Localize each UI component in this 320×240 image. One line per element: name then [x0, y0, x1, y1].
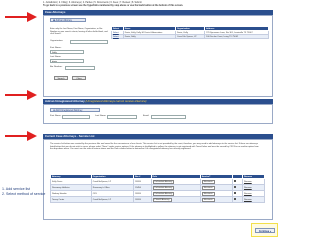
arrow-icon — [5, 131, 37, 141]
service-list-title: Current Case Attorneys - Service List — [45, 134, 95, 138]
clear-button[interactable]: Clear — [72, 76, 86, 81]
bar-number-label: Bar Number: — [50, 66, 63, 68]
table-row: Select Davis, Sally Case File Xpress, LP… — [111, 34, 269, 39]
select-link[interactable]: Select — [111, 34, 124, 39]
first-name-label: First Name: — [50, 47, 62, 49]
cell-bar: 99999 — [133, 196, 152, 203]
bar-number-input[interactable] — [65, 65, 95, 70]
arrow-icon — [5, 12, 37, 22]
arrow-icon — [5, 90, 37, 100]
service-list-instructions: The service list below was created by th… — [50, 143, 259, 151]
attorney-search-results: Select Name Organization Address Select … — [111, 26, 269, 39]
table-row: Tawny Carter CaseFileXpress, LP 99999 Pl… — [50, 196, 266, 203]
last-name-label: Last Name: — [50, 56, 62, 58]
navigation-hint: To go back to a previous screen use the … — [43, 5, 184, 7]
instruction-steps: 1. Add service list 2. Select method of … — [2, 187, 46, 197]
remove-link[interactable]: Remove — [241, 196, 266, 203]
service-select[interactable]: Electronic — [199, 196, 233, 203]
add-attorney-link[interactable]: ⊕ Add an Attorney — [50, 18, 86, 22]
cell-organization: Case File Xpress, LP — [175, 34, 206, 39]
cell-organization: CaseFileXpress, LP — [90, 196, 135, 203]
last-name-input[interactable]: davis — [50, 59, 84, 63]
service-checkbox[interactable] — [231, 196, 243, 203]
unregistered-subtitle: (Unregistered Attorneys cannot receive e… — [85, 99, 147, 103]
organization-label: Organization: — [50, 40, 64, 42]
case-attorneys-title: Case Attorneys — [45, 10, 66, 14]
unregistered-title: Add an Unregistered Attorney — [45, 99, 85, 103]
search-button[interactable]: Search — [54, 76, 68, 81]
add-unregistered-attorney-link[interactable]: ⊕ Add Unregistered Attorney — [50, 108, 100, 112]
cell-address: 100 Decker Court, Irving TX 75062 — [204, 34, 269, 39]
unreg-last-input[interactable] — [107, 114, 137, 119]
unreg-last-label: Last Name: — [95, 115, 107, 117]
search-instructions: Enter only the Last Name, First Name, Or… — [50, 28, 108, 36]
unreg-first-input[interactable] — [62, 114, 90, 119]
screenshot: 1. Jurisdiction | 2. Filing | 3. Attorne… — [0, 0, 320, 240]
unreg-first-label: First Name: — [50, 115, 62, 117]
organization-input[interactable] — [70, 39, 108, 44]
continue-button[interactable]: Continue » — [255, 228, 275, 233]
continue-highlight: Continue » — [251, 223, 278, 237]
first-name-input[interactable]: Sally — [50, 50, 84, 54]
unreg-email-label: Email: — [143, 115, 150, 117]
service-list-table: Attorney Organization Bar # Role Service… — [50, 174, 266, 203]
step-2: 2. Select method of service — [2, 192, 46, 196]
unreg-email-input[interactable] — [151, 114, 186, 119]
cell-name: Davis, Sally — [122, 34, 177, 39]
cell-attorney: Tawny Carter — [50, 196, 92, 203]
role-select[interactable]: Plaintiff Attorney — [150, 196, 201, 203]
